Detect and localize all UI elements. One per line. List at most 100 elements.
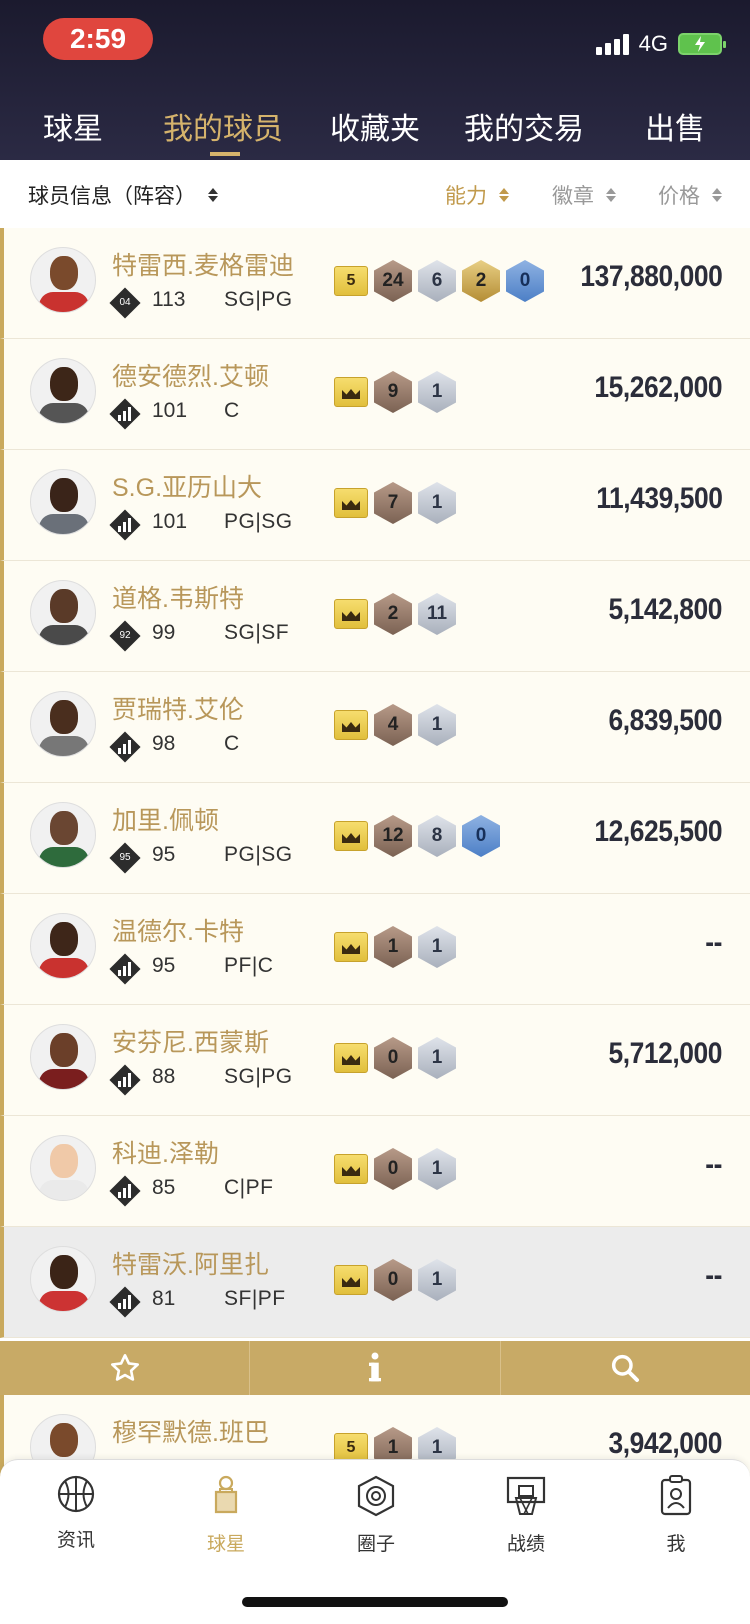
player-row[interactable]: 贾瑞特.艾伦 98 C 4 1 6,839,500 bbox=[0, 672, 750, 783]
crown-chip bbox=[334, 599, 368, 629]
player-avatar bbox=[30, 913, 96, 979]
player-row[interactable]: 安芬尼.西蒙斯 88 SG|PG 0 1 5,712,000 bbox=[0, 1005, 750, 1116]
badge-silver: 1 bbox=[418, 482, 456, 524]
badge-hof: 0 bbox=[506, 260, 544, 302]
sort-player-info[interactable]: 球员信息（阵容） bbox=[28, 180, 218, 210]
badge-bronze: 2 bbox=[374, 593, 412, 635]
player-position: SG|SF bbox=[224, 621, 290, 644]
info-icon bbox=[368, 1352, 381, 1382]
player-name: 安芬尼.西蒙斯 bbox=[112, 1029, 269, 1057]
circle-icon bbox=[357, 1475, 395, 1517]
player-row[interactable]: 德安德烈.艾顿 101 C 9 1 15,262,000 bbox=[0, 339, 750, 450]
badge-silver: 1 bbox=[418, 371, 456, 413]
player-card-icon bbox=[214, 1475, 238, 1514]
badge-group: 41 bbox=[334, 704, 456, 746]
tab-favorites[interactable]: 收藏夹 bbox=[330, 104, 420, 148]
sort-bar: 球员信息（阵容） 能力 徽章 价格 bbox=[0, 160, 750, 228]
tier-bars-icon bbox=[118, 407, 131, 421]
player-position: C bbox=[224, 732, 240, 755]
player-price: -- bbox=[705, 926, 722, 959]
info-button[interactable] bbox=[250, 1341, 501, 1395]
crown-icon bbox=[342, 385, 360, 399]
sort-price-label: 价格 bbox=[658, 185, 700, 208]
badge-silver: 1 bbox=[418, 1037, 456, 1079]
player-row[interactable]: S.G.亚历山大 101 PG|SG 7 1 11,439,500 bbox=[0, 450, 750, 561]
tier-bars-icon bbox=[118, 1295, 131, 1309]
player-row[interactable]: 科迪.泽勒 85 C|PF 0 1 -- bbox=[0, 1116, 750, 1227]
player-avatar bbox=[30, 469, 96, 535]
player-name: 温德尔.卡特 bbox=[112, 918, 244, 946]
nav-circle[interactable]: 圈子 bbox=[326, 1474, 426, 1556]
tier-number: 92 bbox=[119, 630, 131, 641]
favorite-button[interactable] bbox=[0, 1341, 251, 1395]
player-row[interactable]: 特雷西.麦格雷迪 04 113 SG|PG 5 24 6 2 0 137,880,000 bbox=[0, 228, 750, 339]
sort-ability[interactable]: 能力 bbox=[445, 180, 509, 210]
home-indicator[interactable] bbox=[242, 1597, 508, 1607]
badge-group: 71 bbox=[334, 482, 456, 524]
player-name: 道格.韦斯特 bbox=[112, 585, 244, 613]
player-position: C bbox=[224, 399, 240, 422]
sort-badge[interactable]: 徽章 bbox=[552, 180, 616, 210]
search-button[interactable] bbox=[501, 1341, 750, 1395]
player-name: 穆罕默德.班巴 bbox=[112, 1419, 269, 1447]
player-position: PG|SG bbox=[224, 843, 293, 866]
crown-icon bbox=[342, 940, 360, 954]
status-time: 2:59 bbox=[43, 18, 153, 60]
nav-news[interactable]: 资讯 bbox=[26, 1474, 126, 1552]
player-overall: 98 bbox=[152, 732, 176, 755]
player-row[interactable]: 特雷沃.阿里扎 81 SF|PF 0 1 -- bbox=[0, 1227, 750, 1338]
badge-bronze: 24 bbox=[374, 260, 412, 302]
tier-number: 04 bbox=[119, 297, 131, 308]
player-name: S.G.亚历山大 bbox=[112, 474, 263, 502]
tier-bars-icon bbox=[118, 1073, 131, 1087]
badge-group: 01 bbox=[334, 1259, 456, 1301]
badge-silver: 8 bbox=[418, 815, 456, 857]
tier-bars-icon bbox=[118, 962, 131, 976]
crown-icon bbox=[342, 496, 360, 510]
badge-bronze: 0 bbox=[374, 1037, 412, 1079]
player-position: SG|PG bbox=[224, 1065, 293, 1088]
player-avatar bbox=[30, 1024, 96, 1090]
player-name: 科迪.泽勒 bbox=[112, 1140, 219, 1168]
sort-arrows-icon bbox=[711, 188, 722, 203]
player-name: 特雷沃.阿里扎 bbox=[112, 1251, 269, 1279]
tab-my-players[interactable]: 我的球员 bbox=[163, 104, 283, 148]
player-row[interactable]: 道格.韦斯特 92 99 SG|SF 2 11 5,142,800 bbox=[0, 561, 750, 672]
tab-stars[interactable]: 球星 bbox=[43, 104, 103, 148]
player-overall: 88 bbox=[152, 1065, 176, 1088]
basketball-icon bbox=[57, 1475, 95, 1513]
player-price: 5,712,000 bbox=[608, 1037, 723, 1070]
player-row[interactable]: 加里.佩顿 95 95 PG|SG 12 8 0 12,625,500 bbox=[0, 783, 750, 894]
battery-icon bbox=[678, 33, 726, 55]
app-header: 2:59 4G 球星 我的球员 收藏夹 我的交易 出售 bbox=[0, 0, 750, 160]
badge-silver: 6 bbox=[418, 260, 456, 302]
crown-chip bbox=[334, 1265, 368, 1295]
player-overall: 99 bbox=[152, 621, 176, 644]
crown-chip bbox=[334, 710, 368, 740]
player-avatar bbox=[30, 1135, 96, 1201]
signal-icon bbox=[595, 33, 629, 55]
crown-icon bbox=[342, 1273, 360, 1287]
top-tabs: 球星 我的球员 收藏夹 我的交易 出售 bbox=[0, 96, 750, 158]
tier-number: 95 bbox=[119, 852, 131, 863]
player-price: 11,439,500 bbox=[595, 482, 723, 515]
player-price: 6,839,500 bbox=[608, 704, 723, 737]
crown-chip bbox=[334, 377, 368, 407]
tab-sell[interactable]: 出售 bbox=[645, 104, 705, 148]
nav-record[interactable]: 战绩 bbox=[476, 1474, 576, 1556]
sort-price[interactable]: 价格 bbox=[658, 180, 722, 210]
player-row[interactable]: 温德尔.卡特 95 PF|C 1 1 -- bbox=[0, 894, 750, 1005]
nav-me[interactable]: 我 bbox=[626, 1474, 726, 1556]
player-overall: 101 bbox=[152, 399, 188, 422]
player-list: 特雷西.麦格雷迪 04 113 SG|PG 5 24 6 2 0 137,880,000 德安德烈.… bbox=[0, 228, 750, 1338]
tab-my-trades[interactable]: 我的交易 bbox=[464, 104, 584, 148]
badge-bronze: 4 bbox=[374, 704, 412, 746]
badge-bronze: 7 bbox=[374, 482, 412, 524]
nav-circle-label: 圈子 bbox=[356, 1534, 395, 1555]
nav-record-label: 战绩 bbox=[506, 1534, 545, 1555]
active-tab-indicator bbox=[210, 152, 240, 156]
nav-stars[interactable]: 球星 bbox=[176, 1474, 276, 1556]
badge-bronze: 0 bbox=[374, 1259, 412, 1301]
player-overall: 95 bbox=[152, 954, 176, 977]
badge-silver: 1 bbox=[418, 704, 456, 746]
